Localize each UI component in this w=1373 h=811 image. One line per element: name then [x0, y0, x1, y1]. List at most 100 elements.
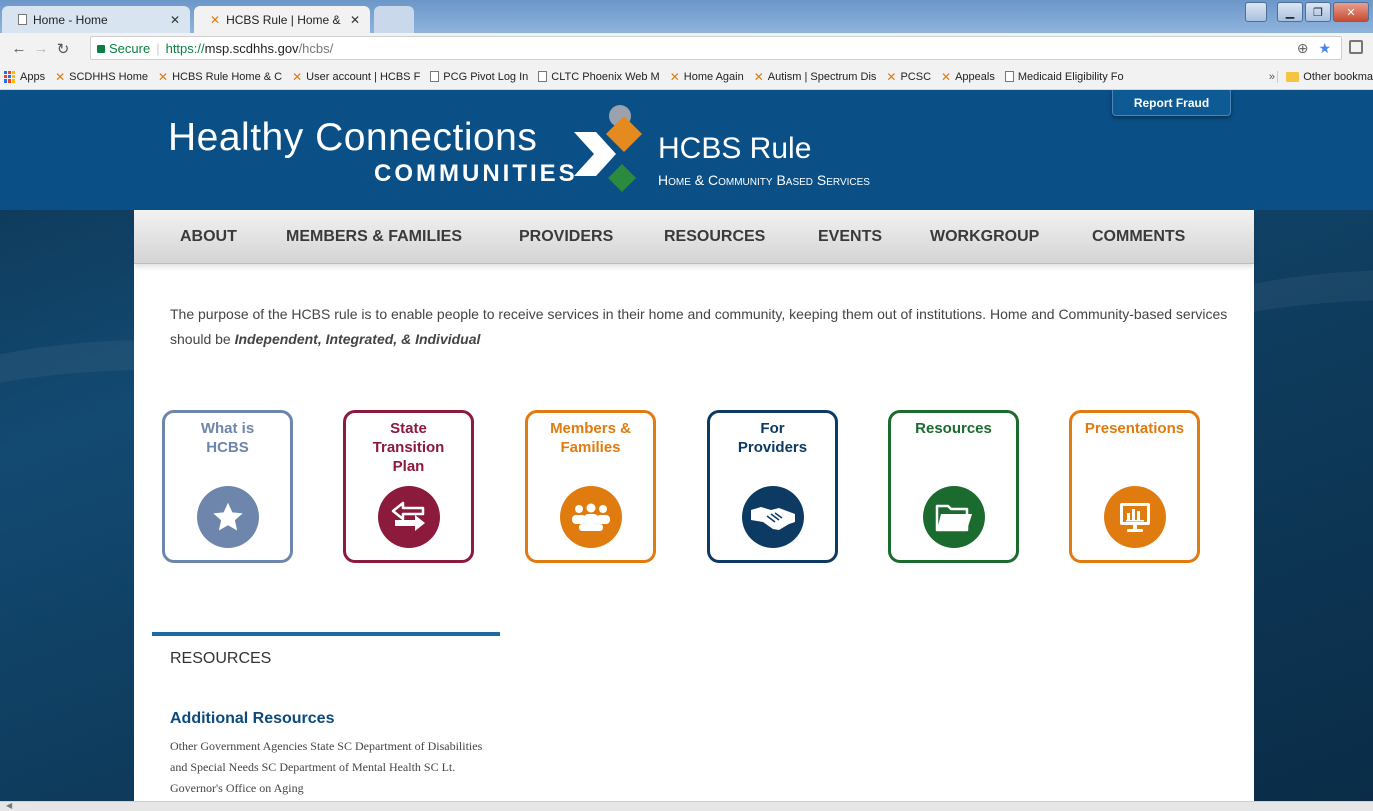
scroll-left-icon[interactable]: ◀ [6, 801, 12, 810]
bookmark-label: Apps [20, 70, 46, 83]
bookmark-pcsc[interactable]: ✕ PCSC [886, 70, 931, 84]
user-profile-icon[interactable] [1245, 2, 1267, 22]
tab-home[interactable]: Home - Home ✕ [2, 6, 190, 33]
reload-icon[interactable]: ↻ [52, 40, 74, 58]
bookmark-apps[interactable]: Apps [4, 70, 46, 83]
apps-grid-icon [4, 70, 16, 83]
exchange-arrows-icon [378, 486, 440, 548]
document-icon [18, 14, 27, 25]
nav-members-families[interactable]: MEMBERS & FAMILIES [286, 228, 462, 246]
scdhhs-x-icon: ✕ [941, 69, 952, 84]
bookmark-label: Home Again [683, 70, 744, 83]
site-title[interactable]: HCBS Rule [658, 132, 811, 166]
card-label: What is HCBS [200, 420, 255, 456]
tab-title: HCBS Rule | Home & Cor [226, 12, 344, 27]
people-group-icon [560, 486, 622, 548]
scdhhs-x-icon: ✕ [210, 12, 221, 27]
document-icon [538, 71, 548, 82]
card-label: Members & Families [550, 420, 631, 456]
card-label: Resources [915, 420, 992, 437]
star-icon [197, 486, 259, 548]
close-icon[interactable]: ✕ [350, 13, 360, 27]
logo-subtitle[interactable]: COMMUNITIES [374, 160, 578, 188]
tab-hcbs-rule[interactable]: ✕ HCBS Rule | Home & Cor ✕ [194, 6, 370, 33]
presentation-chart-icon [1104, 486, 1166, 548]
card-presentations[interactable]: Presentations [1069, 410, 1200, 563]
nav-resources[interactable]: RESOURCES [664, 228, 765, 246]
bookmark-cltc-phoenix[interactable]: CLTC Phoenix Web M [538, 70, 660, 83]
close-icon[interactable]: ✕ [170, 13, 180, 27]
bookmark-autism[interactable]: ✕ Autism | Spectrum Dis [754, 70, 877, 84]
bookmark-scdhhs-home[interactable]: ✕ SCDHHS Home [55, 70, 148, 84]
browser-tabstrip: Home - Home ✕ ✕ HCBS Rule | Home & Cor ✕… [0, 0, 1373, 33]
scdhhs-x-icon: ✕ [292, 69, 303, 84]
card-for-providers[interactable]: For Providers [707, 410, 838, 563]
bookmark-appeals[interactable]: ✕ Appeals [941, 70, 995, 84]
report-fraud-button[interactable]: Report Fraud [1112, 90, 1231, 116]
additional-resources-title[interactable]: Additional Resources [170, 710, 334, 728]
card-state-transition-plan[interactable]: State Transition Plan [343, 410, 474, 563]
url-host: msp.scdhhs.gov [204, 40, 299, 56]
zoom-icon[interactable]: ⊕ [1297, 40, 1309, 57]
site-header: Healthy Connections COMMUNITIES HCBS Rul… [0, 90, 1373, 210]
bookmark-label: User account | HCBS F [306, 70, 421, 83]
bookmark-home-again[interactable]: ✕ Home Again [670, 70, 744, 84]
nav-about[interactable]: ABOUT [180, 228, 237, 246]
card-label: For Providers [737, 420, 808, 456]
minimize-button[interactable]: ▁ [1277, 2, 1303, 22]
bookmark-user-account[interactable]: ✕ User account | HCBS F [292, 70, 420, 84]
address-bar[interactable]: Secure | https:// msp.scdhhs.gov /hcbs/ … [90, 36, 1342, 60]
close-window-button[interactable]: ✕ [1333, 2, 1369, 22]
maximize-button[interactable]: ❐ [1305, 2, 1331, 22]
card-label: State Transition Plan [372, 420, 445, 475]
nav-workgroup[interactable]: WORKGROUP [930, 228, 1039, 246]
bookmark-label: SCDHHS Home [69, 70, 148, 83]
secure-label: Secure [109, 40, 151, 56]
card-resources[interactable]: Resources [888, 410, 1019, 563]
main-navigation: ABOUT MEMBERS & FAMILIES PROVIDERS RESOU… [134, 210, 1254, 264]
handshake-icon [742, 486, 804, 548]
bookmark-hcbs-rule[interactable]: ✕ HCBS Rule Home & C [158, 70, 282, 84]
resources-divider [152, 632, 500, 636]
intro-paragraph: The purpose of the HCBS rule is to enabl… [170, 302, 1240, 352]
extension-icon[interactable] [1349, 40, 1363, 54]
folder-icon [923, 486, 985, 548]
logo-wordmark[interactable]: Healthy Connections [168, 116, 537, 160]
bookmark-label: PCG Pivot Log In [443, 70, 529, 83]
url-divider: | [156, 40, 160, 56]
site-subtitle: Home & Community Based Services [658, 172, 870, 188]
healthy-connections-logo-icon[interactable] [566, 102, 656, 197]
back-icon[interactable]: ← [8, 40, 30, 57]
bookmarks-overflow-button[interactable]: » [1269, 71, 1275, 83]
other-bookmarks[interactable]: Other bookma [1277, 70, 1373, 83]
bookmark-medicaid-eligibility[interactable]: Medicaid Eligibility Fo [1004, 70, 1124, 83]
nav-comments[interactable]: COMMENTS [1092, 228, 1185, 246]
other-bookmarks-label: Other bookma [1303, 70, 1373, 83]
bookmark-pcg-pivot[interactable]: PCG Pivot Log In [430, 71, 528, 83]
browser-toolbar: ← → ↻ Secure | https:// msp.scdhhs.gov /… [0, 33, 1373, 64]
scdhhs-x-icon: ✕ [753, 69, 764, 84]
address-bar-icons: ⊕ ★ [1297, 40, 1331, 57]
bookmark-label: Medicaid Eligibility Fo [1017, 70, 1124, 83]
forward-icon[interactable]: → [30, 40, 52, 57]
bookmark-star-icon[interactable]: ★ [1318, 40, 1331, 57]
card-what-is-hcbs[interactable]: What is HCBS [162, 410, 293, 563]
bookmarks-bar: Apps ✕ SCDHHS Home ✕ HCBS Rule Home & C ✕ U… [0, 64, 1373, 90]
new-tab-button[interactable] [374, 6, 414, 33]
bookmark-label: PCSC [900, 70, 932, 83]
lock-icon [97, 45, 105, 53]
bookmark-label: Appeals [955, 70, 995, 83]
nav-events[interactable]: EVENTS [818, 228, 882, 246]
card-members-families[interactable]: Members & Families [525, 410, 656, 563]
scdhhs-x-icon: ✕ [158, 69, 169, 84]
document-icon [430, 71, 440, 82]
resources-heading: RESOURCES [170, 650, 272, 667]
horizontal-scrollbar[interactable]: ◀ [0, 801, 1373, 811]
scdhhs-x-icon: ✕ [669, 69, 680, 84]
scdhhs-x-icon: ✕ [886, 69, 897, 84]
bookmark-label: CLTC Phoenix Web M [551, 70, 660, 83]
secure-indicator[interactable]: Secure [97, 41, 150, 56]
main-content: ABOUT MEMBERS & FAMILIES PROVIDERS RESOU… [134, 210, 1254, 811]
page-background: Healthy Connections COMMUNITIES HCBS Rul… [0, 90, 1373, 811]
nav-providers[interactable]: PROVIDERS [519, 228, 613, 246]
